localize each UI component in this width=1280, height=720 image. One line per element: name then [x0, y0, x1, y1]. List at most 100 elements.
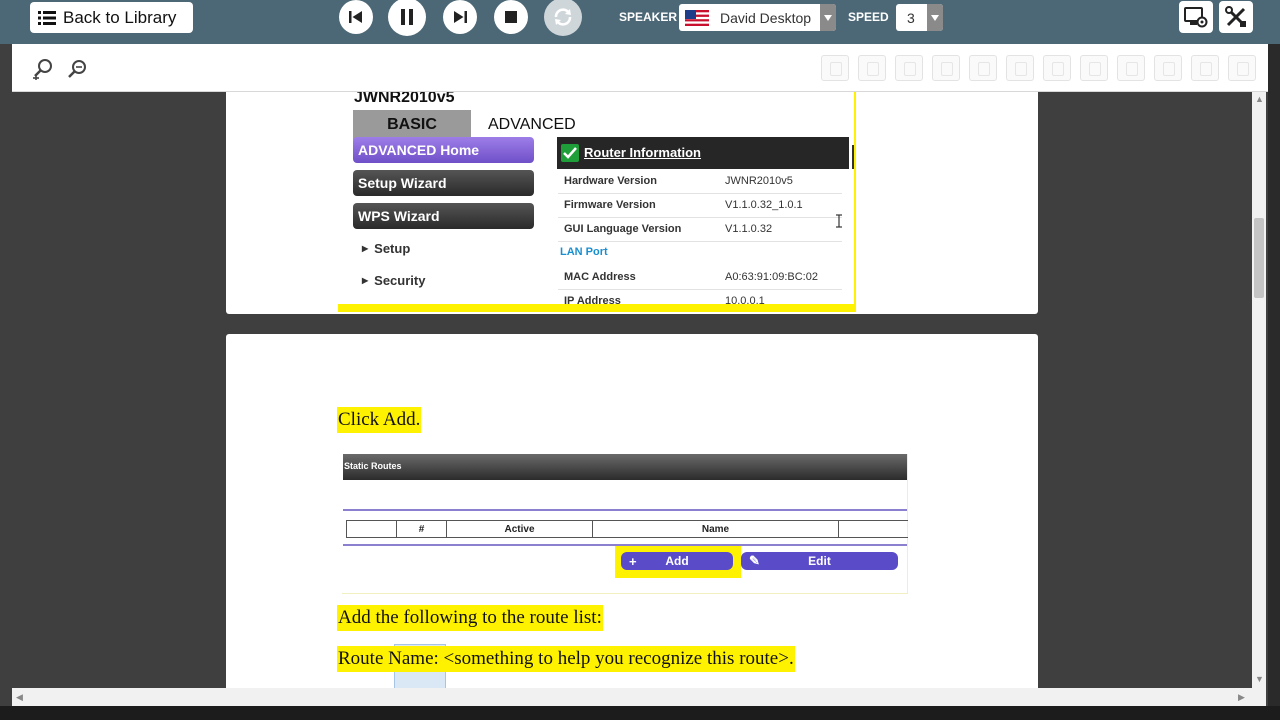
speed-value: 3: [907, 9, 915, 26]
lan-port-heading: LAN Port: [560, 246, 608, 258]
find-icon[interactable]: [1006, 55, 1034, 81]
zoom-in-icon: [33, 59, 52, 80]
plus-icon: +: [629, 553, 637, 569]
screen-settings-button[interactable]: [1179, 1, 1213, 33]
routes-table-header: # Active Name: [346, 520, 908, 538]
top-toolbar: Back to Library SPEAKER David Desktop SP…: [0, 0, 1280, 44]
hand-icon[interactable]: [1154, 55, 1182, 81]
horizontal-scrollbar[interactable]: ◀ ▶: [12, 688, 1266, 706]
tools-icon: [1225, 6, 1246, 27]
chevron-down-icon: [927, 4, 943, 31]
list-icon: [38, 10, 56, 25]
refresh-button[interactable]: [544, 0, 582, 36]
stop-button[interactable]: [494, 0, 528, 34]
speaker-value: David Desktop: [720, 9, 812, 26]
info-value: A0:63:91:09:BC:02: [725, 271, 818, 283]
column-header: Active: [447, 521, 593, 537]
divider: [343, 509, 907, 511]
info-key: Firmware Version: [564, 199, 656, 211]
skip-back-icon: [349, 11, 362, 23]
highlight-band: [338, 304, 856, 312]
taskbar-strip: [0, 706, 1280, 720]
editing-toolbar: [12, 44, 1268, 92]
speed-select[interactable]: 3: [896, 4, 943, 31]
cut-icon[interactable]: [895, 55, 923, 81]
zoom-out-icon: [68, 60, 86, 78]
tab-advanced: ADVANCED: [488, 116, 576, 133]
paste-icon[interactable]: [932, 55, 960, 81]
tools-button[interactable]: [1219, 1, 1253, 33]
column-header: Name: [593, 521, 839, 537]
edit-button: ✎ Edit: [741, 552, 898, 570]
info-key: MAC Address: [564, 271, 636, 283]
info-key: GUI Language Version: [564, 223, 682, 235]
menu-wps-wizard: WPS Wizard: [353, 203, 534, 229]
menu-setup-wizard: Setup Wizard: [353, 170, 534, 196]
column-header: #: [397, 521, 447, 537]
screen-settings-icon: [1184, 7, 1208, 28]
skip-back-button[interactable]: [339, 0, 373, 34]
router-screenshot: JWNR2010v5 BASIC ADVANCED ADVANCED Home …: [338, 92, 856, 312]
info-value: JWNR2010v5: [725, 175, 793, 187]
skip-forward-button[interactable]: [443, 0, 477, 34]
back-to-library-label: Back to Library: [63, 7, 177, 27]
vertical-scrollbar[interactable]: ▲ ▼: [1252, 92, 1266, 688]
info-value: V1.1.0.32: [725, 223, 773, 235]
add-button: + Add: [621, 552, 733, 570]
zoom-out-button[interactable]: [65, 56, 91, 82]
scroll-up-icon[interactable]: ▲: [1255, 94, 1264, 104]
pencil-icon: ✎: [749, 553, 760, 568]
skip-forward-icon: [454, 11, 467, 23]
info-row: Hardware Version JWNR2010v5: [558, 170, 842, 194]
menu-advanced-home: ADVANCED Home: [353, 137, 534, 163]
refresh-icon: [554, 8, 572, 26]
us-flag-icon: [685, 9, 709, 26]
speaker-select[interactable]: David Desktop: [679, 4, 836, 31]
static-routes-header: Static Routes: [343, 454, 907, 480]
edit-label: Edit: [808, 554, 831, 568]
static-routes-screenshot: Static Routes # Active Name + Add ✎ Edit: [342, 454, 908, 594]
scroll-left-icon[interactable]: ◀: [16, 692, 23, 703]
trash-icon[interactable]: [1228, 55, 1256, 81]
highlight-icon[interactable]: [1080, 55, 1108, 81]
scroll-thumb[interactable]: [1254, 218, 1264, 298]
router-info-title: Router Information: [584, 145, 701, 160]
submenu-security-label: Security: [374, 273, 426, 288]
route-name-text: Route Name: <something to help you recog…: [337, 646, 795, 672]
highlight-band: [854, 92, 856, 312]
document-page: Click Add. Static Routes # Active Name +…: [226, 334, 1038, 688]
window-edge: [1268, 44, 1280, 706]
undo-icon[interactable]: [969, 55, 997, 81]
zoom-in-button[interactable]: [30, 56, 56, 82]
pause-button[interactable]: [388, 0, 426, 36]
router-model: JWNR2010v5: [354, 92, 455, 106]
document-viewport[interactable]: JWNR2010v5 BASIC ADVANCED ADVANCED Home …: [12, 92, 1252, 688]
router-info-header: Router Information: [557, 137, 849, 169]
scroll-right-icon[interactable]: ▶: [1238, 692, 1245, 703]
info-key: Hardware Version: [564, 175, 657, 187]
scroll-down-icon[interactable]: ▼: [1255, 674, 1264, 684]
column-header: [347, 521, 397, 537]
speaker-label: SPEAKER: [619, 10, 678, 24]
note-icon[interactable]: [1117, 55, 1145, 81]
check-icon[interactable]: [1191, 55, 1219, 81]
check-icon: [561, 144, 579, 162]
info-value: V1.1.0.32_1.0.1: [725, 199, 803, 211]
static-routes-title: Static Routes: [344, 461, 402, 471]
info-row: GUI Language Version V1.1.0.32: [558, 218, 842, 242]
pause-icon: [401, 9, 413, 25]
submenu-setup: ▶ Setup: [362, 241, 410, 256]
chevron-down-icon: [820, 4, 836, 31]
save-icon[interactable]: [821, 55, 849, 81]
add-following-text: Add the following to the route list:: [337, 605, 603, 631]
add-label: Add: [665, 554, 689, 568]
ruler-icon[interactable]: [1043, 55, 1071, 81]
document-page: JWNR2010v5 BASIC ADVANCED ADVANCED Home …: [226, 92, 1038, 314]
copy-icon[interactable]: [858, 55, 886, 81]
tab-basic: BASIC: [353, 110, 471, 140]
back-to-library-button[interactable]: Back to Library: [30, 2, 193, 33]
app-window: Back to Library SPEAKER David Desktop SP…: [0, 0, 1280, 720]
submenu-security: ▶ Security: [362, 273, 425, 288]
column-header: [839, 521, 909, 537]
text-cursor-icon: [836, 214, 842, 228]
